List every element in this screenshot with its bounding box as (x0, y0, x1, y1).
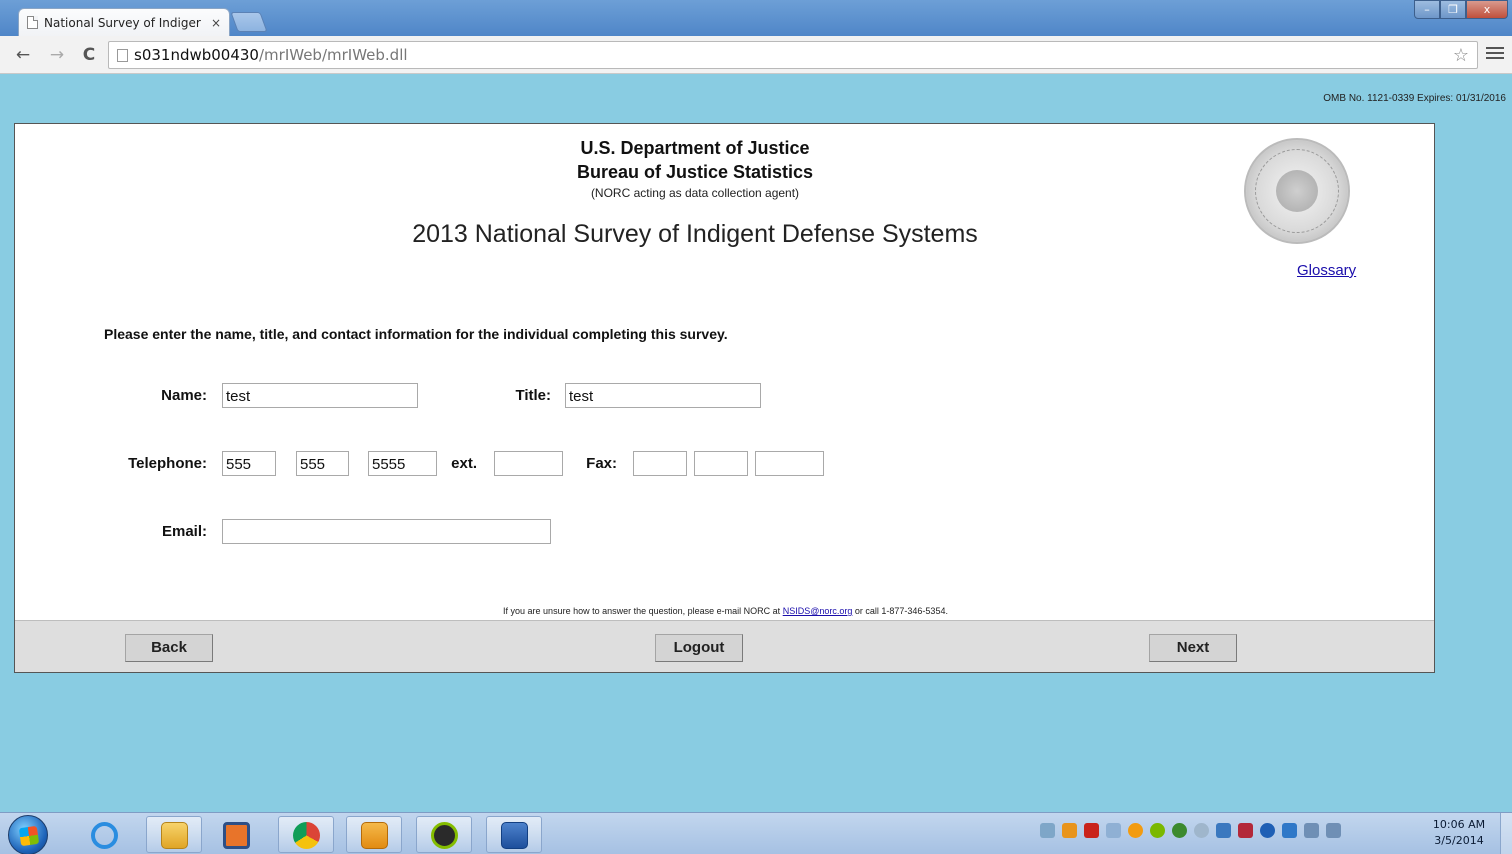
name-label: Name: (161, 387, 207, 404)
forward-arrow-icon[interactable]: → (46, 44, 68, 66)
show-desktop-button[interactable] (1500, 813, 1512, 854)
fax-label: Fax: (586, 455, 617, 472)
doj-seal-logo (1244, 138, 1350, 244)
spotify-icon[interactable] (416, 816, 472, 853)
tray-volume-icon[interactable] (1326, 823, 1341, 838)
fax-line-input[interactable] (755, 451, 824, 476)
clock-time: 10:06 AM (1432, 818, 1486, 831)
url-host: s031ndwb00430 (134, 46, 259, 64)
tray-app-icon[interactable] (1040, 823, 1055, 838)
windows-taskbar: 10:06 AM 3/5/2014 (0, 812, 1512, 854)
tray-app-icon[interactable] (1260, 823, 1275, 838)
tray-app-icon[interactable] (1172, 823, 1187, 838)
minimize-button[interactable]: – (1414, 0, 1440, 19)
tray-spotify-icon[interactable] (1150, 823, 1165, 838)
logout-button[interactable]: Logout (655, 634, 743, 662)
taskbar-clock[interactable]: 10:06 AM 3/5/2014 (1424, 817, 1494, 849)
tray-outlook-icon[interactable] (1062, 823, 1077, 838)
glossary-link[interactable]: Glossary (1297, 262, 1356, 279)
word-icon[interactable] (486, 816, 542, 853)
omb-number: OMB No. 1121-0339 Expires: 01/31/2016 (1323, 93, 1506, 104)
email-label: Email: (161, 523, 207, 540)
file-explorer-icon[interactable] (146, 816, 202, 853)
fax-prefix-input[interactable] (694, 451, 748, 476)
page-icon (27, 16, 38, 29)
phone-prefix-input[interactable]: 555 (296, 451, 349, 476)
instructions: Please enter the name, title, and contac… (104, 326, 728, 342)
restore-button[interactable]: ❐ (1440, 0, 1466, 19)
internet-explorer-icon[interactable] (76, 816, 132, 853)
agency-name: U.S. Department of Justice (580, 138, 810, 158)
tray-acrobat-icon[interactable] (1084, 823, 1099, 838)
new-tab-button[interactable] (230, 12, 268, 32)
chrome-menu-icon[interactable] (1486, 44, 1504, 62)
agent-note: (NORC acting as data collection agent) (590, 186, 800, 200)
phone-ext-input[interactable] (494, 451, 563, 476)
chrome-icon[interactable] (278, 816, 334, 853)
navigation-bar: Back Logout Next (15, 620, 1434, 672)
bookmark-star-icon[interactable]: ☆ (1453, 45, 1469, 66)
window-controls: – ❐ x (1414, 0, 1508, 19)
page-title: 2013 National Survey of Indigent Defense… (412, 220, 978, 248)
browser-toolbar: ← → C s031ndwb00430/mrIWeb/mrIWeb.dll ☆ (0, 36, 1512, 74)
page-icon (117, 48, 128, 62)
browser-titlebar: National Survey of Indiger × – ❐ x (0, 0, 1512, 36)
bureau-name: Bureau of Justice Statistics (576, 162, 814, 182)
help-prefix: If you are unsure how to answer the ques… (503, 606, 781, 616)
back-button[interactable]: Back (125, 634, 213, 662)
name-input[interactable]: test (222, 383, 418, 408)
email-input[interactable] (222, 519, 551, 544)
page-viewport: OMB No. 1121-0339 Expires: 01/31/2016 U.… (0, 75, 1512, 812)
outlook-icon[interactable] (346, 816, 402, 853)
tray-network-icon[interactable] (1304, 823, 1319, 838)
system-tray (1040, 823, 1341, 838)
clock-date: 3/5/2014 (1434, 834, 1484, 847)
tray-app-icon[interactable] (1106, 823, 1121, 838)
title-input[interactable]: test (565, 383, 761, 408)
tray-app-icon[interactable] (1194, 823, 1209, 838)
help-suffix: or call 1-877-346-5354. (854, 606, 948, 616)
tray-app-icon[interactable] (1128, 823, 1143, 838)
close-window-button[interactable]: x (1466, 0, 1508, 19)
title-label: Title: (515, 387, 551, 404)
survey-panel: U.S. Department of Justice Bureau of Jus… (14, 123, 1435, 673)
help-text: If you are unsure how to answer the ques… (15, 606, 1436, 616)
address-bar[interactable]: s031ndwb00430/mrIWeb/mrIWeb.dll ☆ (108, 41, 1478, 69)
telephone-label: Telephone: (128, 455, 207, 472)
fax-area-code-input[interactable] (633, 451, 687, 476)
phone-line-input[interactable]: 5555 (368, 451, 437, 476)
start-button[interactable] (8, 815, 48, 854)
next-button[interactable]: Next (1149, 634, 1237, 662)
tray-app-icon[interactable] (1282, 823, 1297, 838)
phone-area-code-input[interactable]: 555 (222, 451, 276, 476)
ext-label: ext. (451, 455, 477, 472)
tab-close-icon[interactable]: × (211, 16, 221, 30)
tab-title: National Survey of Indiger (44, 15, 201, 30)
tray-shield-icon[interactable] (1238, 823, 1253, 838)
browser-tab-active[interactable]: National Survey of Indiger × (18, 8, 230, 36)
reload-icon[interactable]: C (78, 44, 100, 66)
help-email-link[interactable]: NSIDS@norc.org (783, 606, 853, 616)
url-path: /mrIWeb/mrIWeb.dll (258, 46, 408, 64)
back-arrow-icon[interactable]: ← (12, 44, 34, 66)
media-player-icon[interactable] (208, 816, 264, 853)
tray-app-icon[interactable] (1216, 823, 1231, 838)
